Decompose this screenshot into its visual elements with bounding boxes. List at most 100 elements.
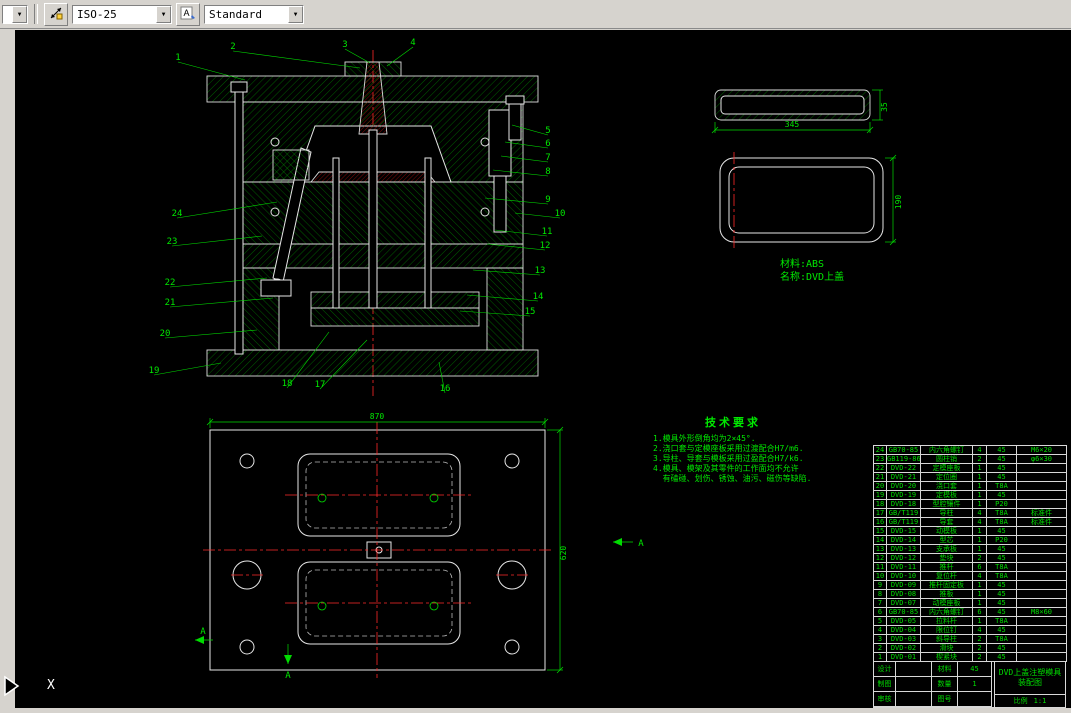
bom-row: 21 DVD-21 定位圈 1 45	[873, 472, 1067, 482]
bom-cell: 45	[986, 463, 1017, 473]
title-block-cell: 数量	[932, 677, 958, 692]
bom-cell: GB70-85	[886, 445, 921, 455]
bom-row: 6 GB70-85 内六角螺钉 6 45 M8×60	[873, 607, 1067, 617]
bom-cell: 浇口套	[920, 481, 973, 491]
bom-cell: M6×20	[1016, 445, 1067, 455]
ucs-arrow-icon	[2, 674, 22, 703]
part-top-view[interactable]: 190	[719, 152, 903, 248]
bom-cell	[1016, 526, 1067, 536]
callout-number: 6	[545, 139, 550, 149]
bom-cell: 支承板	[920, 544, 973, 554]
bom-cell: 1	[972, 481, 987, 491]
part-info: 材料:ABS 名称:DVD上盖	[780, 258, 844, 284]
plan-view[interactable]: 870 620 A A A	[195, 412, 644, 681]
bom-cell: 18	[873, 499, 887, 509]
bom-cell: 17	[873, 508, 887, 518]
chevron-down-icon[interactable]: ▼	[288, 5, 303, 23]
title-block-cell: 材料	[932, 662, 958, 677]
dim-style-combo[interactable]: ISO-25 ▼	[72, 4, 172, 24]
bom-cell: 12	[873, 553, 887, 563]
bom-cell: 1	[972, 544, 987, 554]
bom-cell: 5	[873, 616, 887, 626]
bom-cell: DVD-21	[886, 472, 921, 482]
bom-cell: GB/T119	[886, 508, 921, 518]
bom-cell: 1	[972, 472, 987, 482]
bom-cell	[1016, 535, 1067, 545]
tech-req-line: 3.导柱、导套与模板采用过盈配合H7/k6.	[653, 454, 804, 463]
callout-number: 11	[542, 227, 553, 237]
bom-cell: T8A	[986, 481, 1017, 491]
title-block-cell: 制图	[874, 677, 896, 692]
drawing-canvas[interactable]: 870 620 A A A 345 35 190 1 2 3 4 5 6 7 8…	[15, 30, 1071, 708]
title-block-cell: 图号	[932, 692, 958, 707]
bom-cell: 导柱	[920, 508, 973, 518]
bom-cell: 4	[972, 625, 987, 635]
dim-plan-width: 870	[370, 412, 385, 421]
layer-combo[interactable]: ▼	[2, 4, 28, 24]
bom-cell: 1	[972, 526, 987, 536]
bom-cell: 45	[986, 490, 1017, 500]
bom-row: 3 DVD-03 斜导柱 2 T8A	[873, 634, 1067, 644]
dim-style-button[interactable]	[44, 2, 68, 26]
bom-cell: 45	[986, 625, 1017, 635]
chevron-down-icon[interactable]: ▼	[156, 5, 171, 23]
bom-cell: 4	[972, 445, 987, 455]
tech-req-title: 技术要求	[705, 416, 761, 429]
bom-cell	[1016, 571, 1067, 581]
bom-cell: 2	[972, 553, 987, 563]
chevron-down-icon[interactable]: ▼	[12, 5, 27, 23]
text-style-button[interactable]: A	[176, 2, 200, 26]
bom-cell: DVD-04	[886, 625, 921, 635]
bom-cell: P20	[986, 499, 1017, 509]
dim-style-icon	[48, 5, 64, 24]
bom-cell	[1016, 544, 1067, 554]
bom-cell: 标准件	[1016, 508, 1067, 518]
bom-cell	[1016, 616, 1067, 626]
text-style-combo[interactable]: Standard ▼	[204, 4, 304, 24]
bom-cell: 圆柱销	[920, 454, 973, 464]
bom-cell: DVD-19	[886, 490, 921, 500]
part-side-view[interactable]: 345 35	[711, 89, 889, 134]
bom-cell: 45	[986, 526, 1017, 536]
bom-cell: 7	[873, 598, 887, 608]
section-view[interactable]	[206, 50, 539, 396]
text-style-value: Standard	[209, 7, 262, 21]
bom-cell: DVD-05	[886, 616, 921, 626]
bom-cell	[1016, 463, 1067, 473]
bom-cell	[1016, 490, 1067, 500]
tech-req-line: 4.模具、模架及其零件的工作面均不允许	[653, 464, 799, 473]
bom-cell: DVD-13	[886, 544, 921, 554]
title-block-cell	[958, 692, 992, 707]
bom-cell	[1016, 589, 1067, 599]
title-block-cell: 审核	[874, 692, 896, 707]
bom-cell: 滑块	[920, 643, 973, 653]
bom-cell: 3	[873, 634, 887, 644]
bom-cell: 45	[986, 580, 1017, 590]
bom-cell: 1	[972, 499, 987, 509]
bom-cell: DVD-15	[886, 526, 921, 536]
bom-cell: 6	[972, 607, 987, 617]
title-block-cell: 1	[958, 677, 992, 692]
bom-cell: 2	[972, 454, 987, 464]
styles-toolbar: ▼ ISO-25 ▼ A Standard ▼	[0, 0, 1071, 29]
bom-cell: 1	[972, 598, 987, 608]
callout-number: 16	[440, 384, 451, 394]
callout-number: 7	[545, 153, 550, 163]
bom-cell	[1016, 472, 1067, 482]
bom-cell: DVD-10	[886, 571, 921, 581]
callout-number: 17	[315, 380, 326, 390]
bom-cell: DVD-12	[886, 553, 921, 563]
bom-cell	[1016, 643, 1067, 653]
section-label: A	[200, 627, 206, 637]
title-block-cell	[896, 692, 932, 707]
bom-row: 24 GB70-85 内六角螺钉 4 45 M6×20	[873, 445, 1067, 455]
bom-cell: T8A	[986, 562, 1017, 572]
section-label: A	[285, 671, 291, 681]
bom-row: 7 DVD-07 动模座板 1 45	[873, 598, 1067, 608]
technical-requirements: 技术要求 1.模具外形倒角均为2×45°. 2.浇口套与定模座板采用过渡配合H7/…	[653, 414, 813, 484]
bom-cell: 16	[873, 517, 887, 527]
bom-cell: T8A	[986, 616, 1017, 626]
bom-row: 5 DVD-05 拉料杆 1 T8A	[873, 616, 1067, 626]
dim-cover-height: 35	[880, 102, 889, 112]
bom-cell: 型腔镶件	[920, 499, 973, 509]
